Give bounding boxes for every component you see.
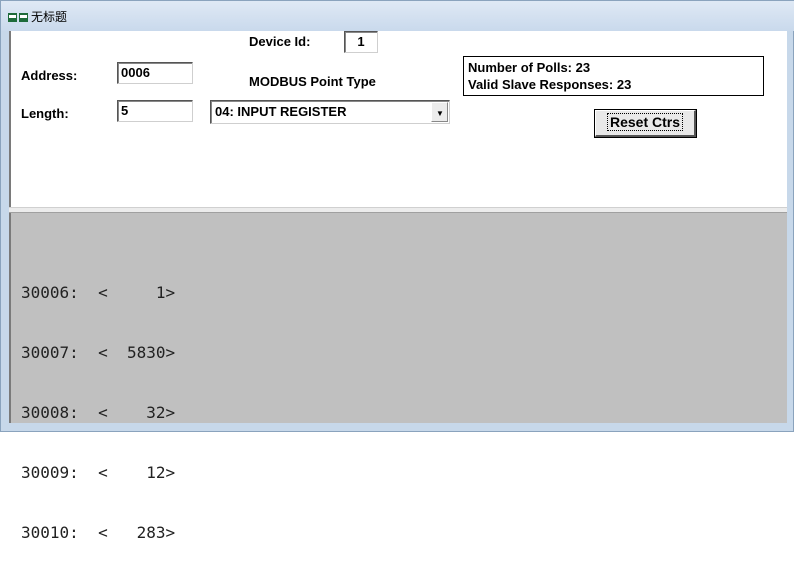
register-row: 30010: < 283> [21,523,176,542]
reset-counters-label: Reset Ctrs [606,113,684,131]
number-of-polls: Number of Polls: 23 [468,60,591,75]
point-type-value: 04: INPUT REGISTER [215,104,347,119]
register-row: 30008: < 32> [21,403,176,422]
device-id-field[interactable]: 1 [344,31,378,53]
register-row: 30006: < 1> [21,283,176,302]
register-display-pane: 30006: < 1> 30007: < 5830> 30008: < 32> … [9,213,787,542]
valid-slave-responses: Valid Slave Responses: 23 [468,77,632,92]
point-type-label: MODBUS Point Type [249,74,376,89]
point-type-select[interactable]: 04: INPUT REGISTER ▼ [210,100,450,124]
reset-counters-button[interactable]: Reset Ctrs [594,109,697,138]
chevron-down-icon: ▼ [436,109,444,118]
modscan-window: 无标题 Address: 0006 Length: 5 Device Id: 1… [0,0,794,542]
modscan-document-icon [8,13,28,22]
address-field[interactable]: 0006 [117,62,193,84]
register-row: 30007: < 5830> [21,343,176,362]
address-label: Address: [21,68,78,83]
dropdown-button[interactable]: ▼ [431,102,448,122]
device-id-label: Device Id: [249,34,311,49]
register-row: 30009: < 12> [21,463,176,482]
poll-stats-box: Number of Polls: 23 Valid Slave Response… [463,56,764,96]
client-area: Address: 0006 Length: 5 Device Id: 1 MOD… [9,31,787,542]
register-list: 30006: < 1> 30007: < 5830> 30008: < 32> … [21,243,175,583]
settings-pane: Address: 0006 Length: 5 Device Id: 1 MOD… [9,31,787,207]
title-bar[interactable]: 无标题 [1,1,794,31]
length-field[interactable]: 5 [117,100,193,122]
window-title: 无标题 [31,10,68,24]
length-label: Length: [21,106,69,121]
